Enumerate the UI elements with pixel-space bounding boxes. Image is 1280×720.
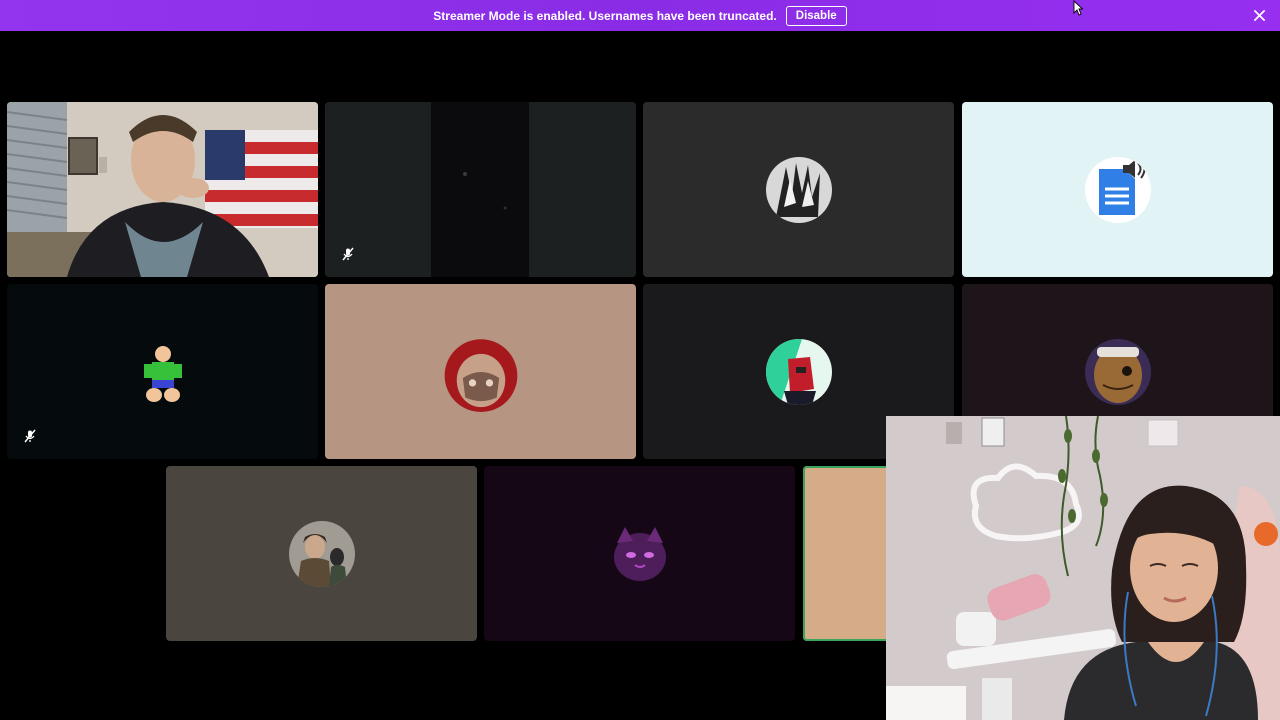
banner-message: Streamer Mode is enabled. Usernames have… bbox=[433, 8, 777, 23]
green-figure-avatar bbox=[129, 338, 196, 405]
mouse-pointer-icon bbox=[1073, 0, 1083, 16]
participant-tile-avatar[interactable] bbox=[7, 284, 318, 459]
close-icon[interactable] bbox=[1253, 9, 1266, 22]
purple-cat-avatar bbox=[606, 520, 673, 587]
disable-button[interactable]: Disable bbox=[785, 5, 847, 26]
robot-character-avatar bbox=[765, 338, 832, 405]
participant-video-frame bbox=[7, 102, 318, 277]
black-and-white-hands-avatar bbox=[765, 156, 832, 223]
participant-tile-avatar[interactable] bbox=[166, 466, 477, 641]
participant-tile-camera[interactable] bbox=[7, 102, 318, 277]
sack-mask-avatar bbox=[1084, 338, 1151, 405]
streamer-camera-overlay bbox=[886, 416, 1280, 720]
streamer-mode-banner: Streamer Mode is enabled. Usernames have… bbox=[0, 0, 1280, 31]
participant-tile-avatar[interactable] bbox=[484, 466, 795, 641]
document-speaker-avatar bbox=[1084, 156, 1151, 223]
participant-tile-avatar[interactable] bbox=[643, 102, 954, 277]
participant-video-frame bbox=[325, 102, 636, 277]
participant-tile-dark-video[interactable] bbox=[325, 102, 636, 277]
participant-tile-avatar[interactable] bbox=[325, 284, 636, 459]
muted-microphone-icon bbox=[342, 247, 354, 261]
streamer-camera-frame bbox=[886, 416, 1280, 720]
soldier-character-avatar bbox=[288, 520, 355, 587]
participant-tile-avatar[interactable] bbox=[962, 102, 1273, 277]
red-hood-avatar bbox=[440, 331, 521, 412]
muted-microphone-icon bbox=[24, 429, 36, 443]
